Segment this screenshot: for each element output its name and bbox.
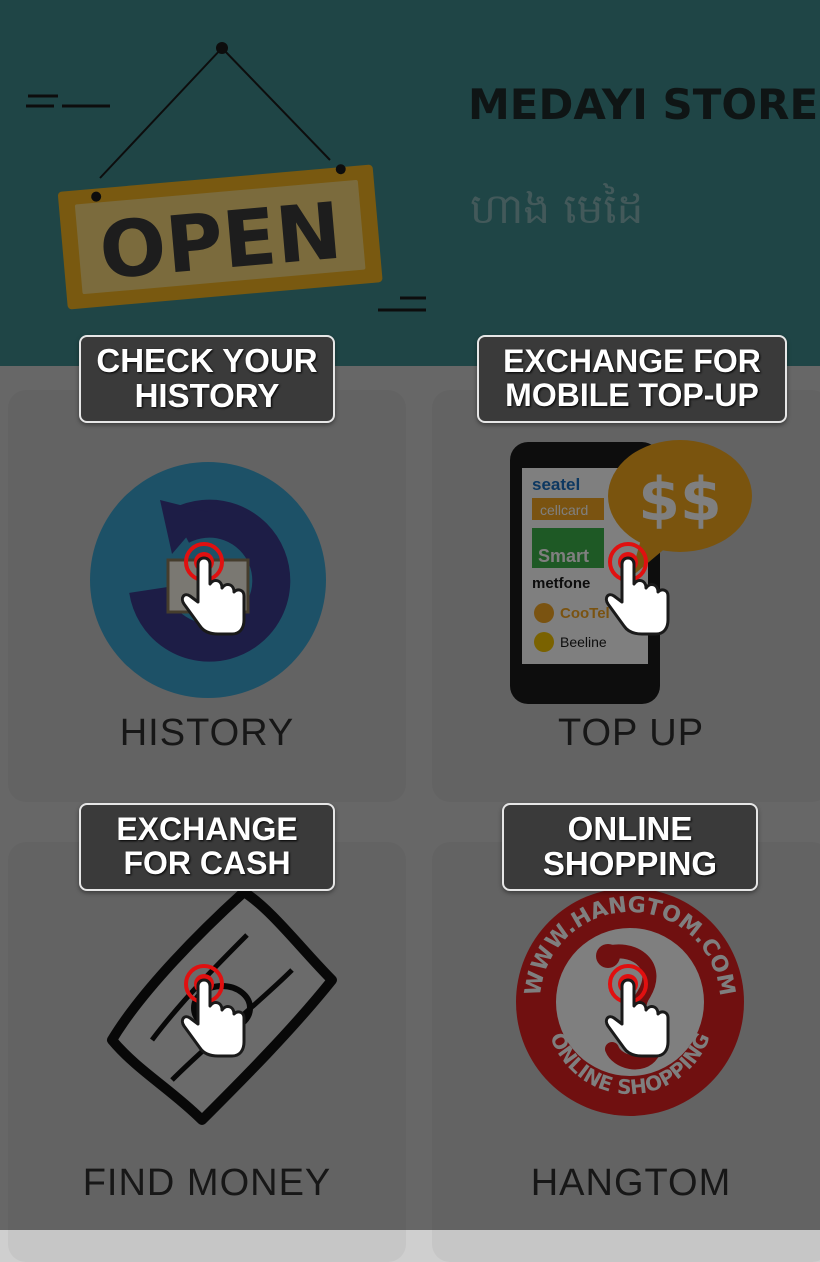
tap-hand-icon [180, 542, 246, 636]
store-header: OPEN MEDAYI STORE ហាង មេដៃ [0, 0, 820, 366]
store-name-khmer: ហាង មេដៃ [470, 184, 644, 233]
carrier-beeline: Beeline [560, 634, 607, 650]
tap-hand-icon [180, 964, 246, 1058]
tip-line: CHECK YOUR [96, 342, 318, 380]
carrier-metfone: metfone [532, 575, 590, 592]
tip-hangtom: ONLINE SHOPPING [502, 803, 758, 891]
tip-line: SHOPPING [542, 845, 718, 882]
menu-grid: HISTORY seatel cellcard Smart metfone Co… [0, 366, 820, 1262]
tap-hand-icon [604, 964, 670, 1058]
topup-bubble-text: $$ [638, 465, 722, 535]
carrier-seatel: seatel [532, 475, 580, 494]
menu-label-hangtom: HANGTOM [530, 1162, 732, 1204]
menu-label-find-money: FIND MONEY [82, 1162, 332, 1204]
tap-hand-icon [604, 542, 670, 636]
tip-line: EXCHANGE FOR [503, 343, 761, 380]
carrier-cellcard: cellcard [540, 502, 588, 518]
menu-label-history: HISTORY [119, 712, 295, 754]
tip-history: CHECK YOUR HISTORY [79, 335, 335, 423]
menu-label-topup: TOP UP [557, 712, 705, 754]
store-name: MEDAYI STORE [468, 80, 819, 129]
tip-topup: EXCHANGE FOR MOBILE TOP-UP [477, 335, 787, 423]
open-sign-illustration: OPEN [26, 42, 426, 312]
tip-line: HISTORY [134, 377, 280, 414]
tip-find-money: EXCHANGE FOR CASH [79, 803, 335, 891]
carrier-smart: Smart [538, 546, 589, 566]
tip-line: MOBILE TOP-UP [505, 377, 759, 413]
tip-line: EXCHANGE [116, 811, 298, 848]
tip-line: FOR CASH [123, 845, 291, 881]
tip-line: ONLINE [567, 810, 693, 848]
